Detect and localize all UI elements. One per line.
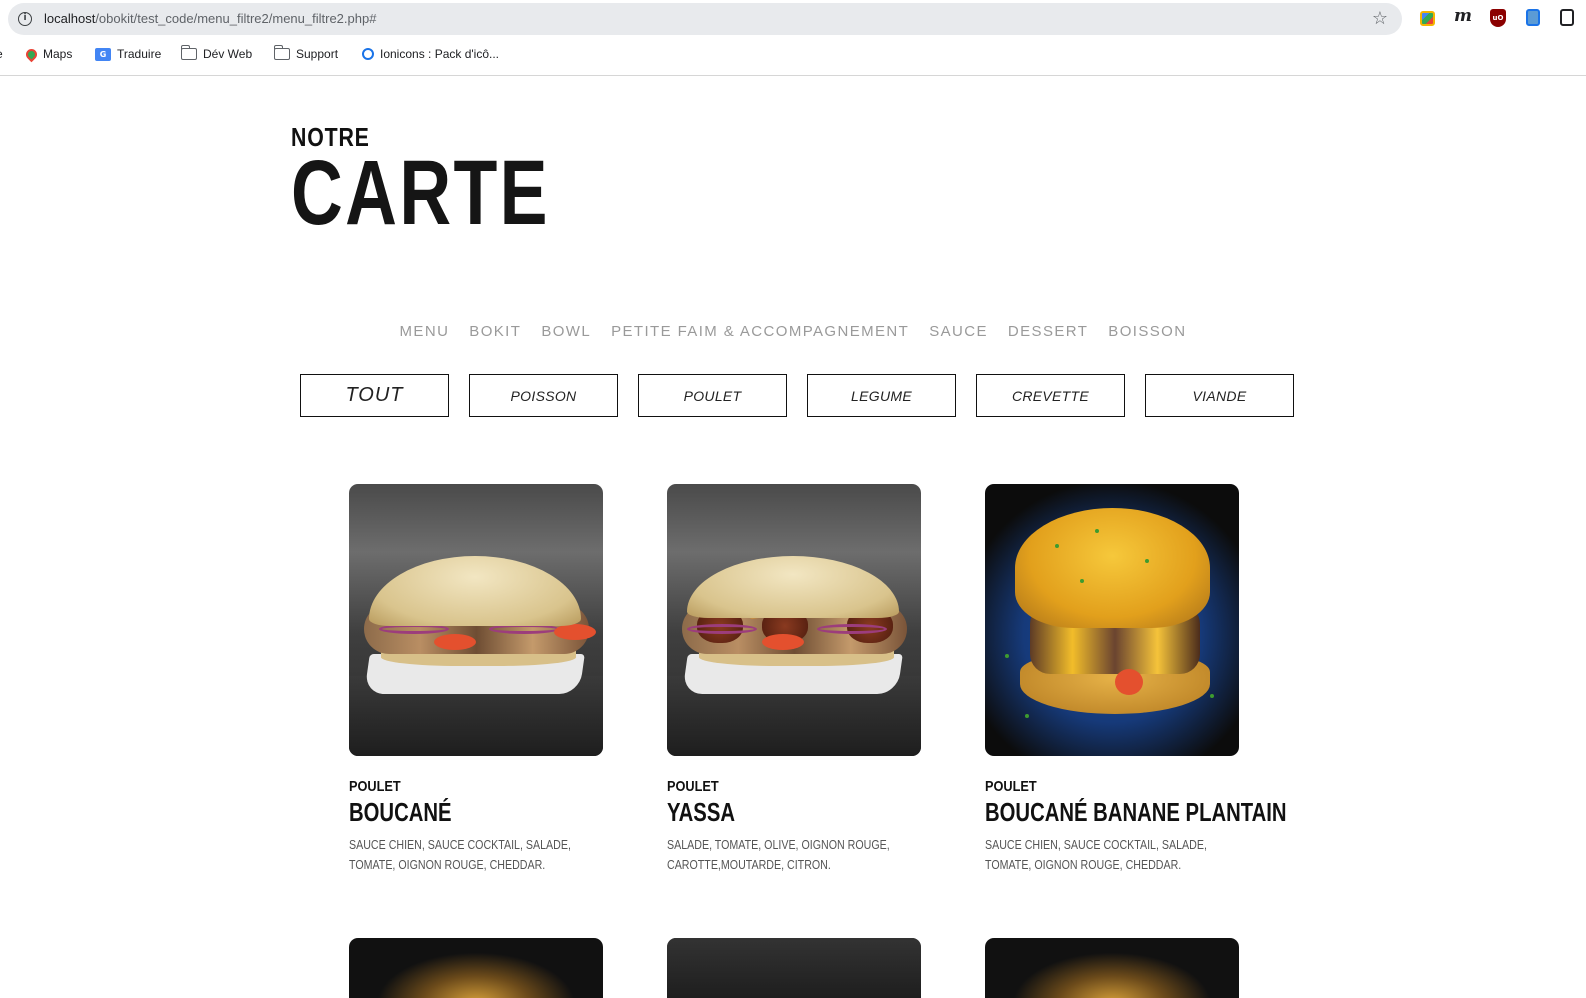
bookmark-traduire[interactable]: G Traduire — [95, 47, 161, 61]
bookmark-label: Support — [296, 47, 339, 61]
bokit-yassa-image[interactable] — [667, 484, 921, 756]
category-sauce[interactable]: SAUCE — [929, 323, 988, 340]
product-card[interactable]: POULET YASSA SALADE, TOMATE, OLIVE, OIGN… — [667, 484, 921, 875]
ionicons-icon — [362, 48, 374, 60]
ublock-icon[interactable]: uO — [1490, 9, 1506, 27]
menu-page: NOTRE CARTE MENU BOKIT BOWL PETITE FAIM … — [0, 77, 1586, 998]
product-description: SAUCE CHIEN, SAUCE COCKTAIL, SALADE, TOM… — [349, 837, 571, 872]
product-title: YASSA — [667, 797, 736, 827]
filter-poisson-button[interactable]: POISSON — [469, 374, 618, 417]
category-menu[interactable]: MENU — [400, 323, 450, 340]
address-bar[interactable]: i localhost/obokit/test_code/menu_filtre… — [8, 3, 1402, 35]
bokit-boucane-image[interactable] — [349, 484, 603, 756]
m-extension-icon[interactable]: m — [1454, 6, 1472, 26]
product-image-partial[interactable] — [985, 938, 1239, 998]
translate-icon: G — [95, 47, 111, 61]
category-petite-faim[interactable]: PETITE FAIM & ACCOMPAGNEMENT — [611, 323, 909, 340]
product-title: BOUCANÉ BANANE PLANTAIN — [985, 797, 1287, 827]
folder-icon — [180, 45, 197, 60]
url-path: /obokit/test_code/menu_filtre2/menu_filt… — [95, 11, 377, 26]
site-info-icon[interactable]: i — [18, 12, 32, 26]
folder-icon — [273, 45, 290, 60]
extension-icon[interactable] — [1560, 9, 1574, 26]
category-boisson[interactable]: BOISSON — [1108, 323, 1186, 340]
product-card[interactable]: POULET BOUCANÉ BANANE PLANTAIN SAUCE CHI… — [985, 484, 1287, 875]
bokit-boucane-banane-plantain-image[interactable] — [985, 484, 1239, 756]
filter-tout-button[interactable]: TOUT — [300, 374, 449, 417]
bookmark-edge[interactable]: e — [0, 47, 3, 61]
product-card[interactable]: POULET BOUCANÉ SAUCE CHIEN, SAUCE COCKTA… — [349, 484, 603, 875]
bookmark-label: Traduire — [117, 47, 162, 61]
tab-extension-icon[interactable] — [1526, 9, 1540, 26]
filter-crevette-button[interactable]: CREVETTE — [976, 374, 1125, 417]
category-dessert[interactable]: DESSERT — [1008, 323, 1088, 340]
url-host: localhost — [44, 11, 96, 26]
bookmark-label: Maps — [43, 47, 73, 61]
bookmarks-bar: e Maps G Traduire Dév Web Support Ionicon… — [0, 44, 1586, 66]
filter-legume-button[interactable]: LEGUME — [807, 374, 956, 417]
bookmark-dev-web[interactable]: Dév Web — [180, 45, 253, 61]
heading-carte: CARTE — [291, 142, 550, 244]
category-bowl[interactable]: BOWL — [541, 323, 591, 340]
browser-chrome: i localhost/obokit/test_code/menu_filtre… — [0, 0, 1586, 76]
bookmark-label: e — [0, 47, 3, 61]
category-bokit[interactable]: BOKIT — [469, 323, 521, 340]
product-category: POULET — [985, 778, 1037, 795]
filter-bar: TOUT POISSON POULET LEGUME CREVETTE VIAN… — [300, 374, 1294, 417]
product-title: BOUCANÉ — [349, 797, 452, 827]
filter-viande-button[interactable]: VIANDE — [1145, 374, 1294, 417]
bookmark-label: Dév Web — [203, 47, 253, 61]
bookmark-label: Ionicons : Pack d'icô... — [380, 47, 500, 61]
address-url[interactable]: localhost/obokit/test_code/menu_filtre2/… — [44, 11, 376, 26]
bookmark-ionicons[interactable]: Ionicons : Pack d'icô... — [362, 47, 499, 61]
bookmark-star-icon[interactable]: ☆ — [1372, 8, 1388, 29]
product-description: SALADE, TOMATE, OLIVE, OIGNON ROUGE, CAR… — [667, 837, 890, 872]
maps-icon — [23, 46, 40, 62]
product-category: POULET — [349, 778, 401, 795]
bookmark-support[interactable]: Support — [273, 45, 339, 61]
color-picker-extension-icon[interactable] — [1420, 11, 1435, 26]
bookmark-maps[interactable]: Maps — [23, 46, 73, 62]
product-description: SAUCE CHIEN, SAUCE COCKTAIL, SALADE, TOM… — [985, 837, 1207, 872]
category-nav: MENU BOKIT BOWL PETITE FAIM & ACCOMPAGNE… — [0, 323, 1586, 340]
filter-poulet-button[interactable]: POULET — [638, 374, 787, 417]
product-image-partial[interactable] — [667, 938, 921, 998]
product-category: POULET — [667, 778, 719, 795]
product-image-partial[interactable] — [349, 938, 603, 998]
